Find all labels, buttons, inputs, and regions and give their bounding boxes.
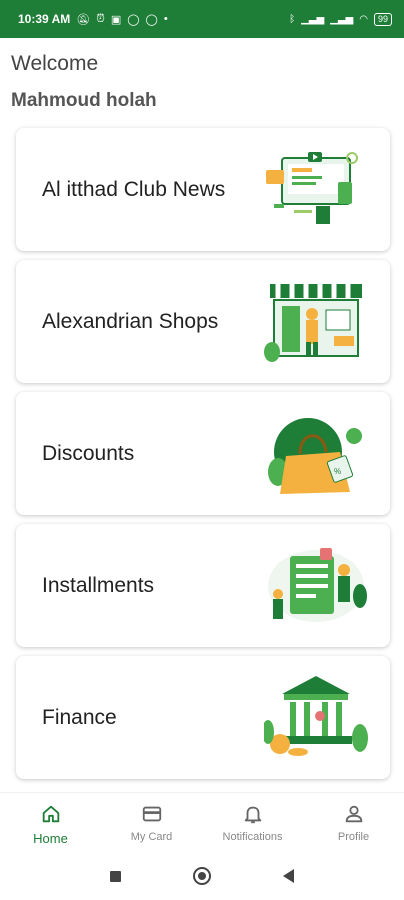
signal-icon: ▁▃▅ [301, 13, 325, 25]
teams-icon: ▣ [110, 13, 122, 26]
card-club-news[interactable]: Al itthad Club News [16, 128, 390, 251]
nav-label: Notifications [222, 831, 283, 843]
bell-icon [244, 806, 261, 824]
nav-label: My Card [130, 831, 173, 843]
status-bar: 10:39 AM 🔕︎ ⏰︎ ▣ ◯ ◯ • ᛒ ▁▃▅ ▁▃▅ ◠ 99 [0, 0, 404, 38]
card-alexandrian-shops[interactable]: Alexandrian Shops [16, 260, 390, 383]
installments-illustration-icon [268, 548, 367, 622]
alarm-icon: ⏰︎ [96, 12, 105, 25]
wifi-icon: ◠ [359, 13, 368, 25]
nav-label: Profile [337, 831, 370, 843]
system-nav-bar [0, 852, 404, 900]
whatsapp-icon: ◯ [127, 13, 140, 26]
status-time: 10:39 AM [18, 12, 71, 26]
card-title: Discounts [42, 441, 135, 465]
status-system-icons: ᛒ ▁▃▅ ▁▃▅ ◠ 99 [289, 12, 392, 26]
signal-icon: ▁▃▅ [330, 13, 354, 25]
bank-illustration-icon [264, 676, 368, 756]
nav-home[interactable]: Home [0, 793, 101, 852]
bottom-nav: Home My Card Notifications Profile [0, 792, 404, 852]
discount-bag-illustration-icon: % [268, 418, 362, 494]
nav-notifications[interactable]: Notifications [202, 793, 303, 852]
battery-icon: 99 [373, 12, 392, 26]
home-icon [42, 805, 59, 823]
back-button[interactable] [283, 869, 294, 883]
bluetooth-icon: ᛒ [289, 13, 296, 25]
nav-profile[interactable]: Profile [303, 793, 404, 852]
svg-text:%: % [334, 467, 341, 476]
card-installments[interactable]: Installments [16, 524, 390, 647]
home-system-button[interactable] [193, 867, 211, 885]
nav-label: Home [33, 831, 68, 846]
menu-cards: Al itthad Club News Alexandrian Shops Di… [16, 128, 390, 788]
whatsapp-icon: ◯ [145, 13, 158, 26]
welcome-text: Welcome [11, 52, 99, 75]
card-title: Al itthad Club News [42, 177, 226, 201]
news-illustration-icon [266, 152, 358, 224]
mute-icon: 🔕︎ [76, 13, 91, 26]
nav-my-card[interactable]: My Card [101, 793, 202, 852]
status-notification-icons: 🔕︎ ⏰︎ ▣ ◯ ◯ • [76, 13, 167, 26]
user-name: Mahmoud holah [11, 90, 157, 111]
shop-illustration-icon [264, 284, 362, 362]
recents-button[interactable] [110, 870, 121, 882]
card-discounts[interactable]: Discounts % [16, 392, 390, 515]
dot-icon: • [163, 13, 168, 25]
card-finance[interactable]: Finance [16, 656, 390, 779]
card-title: Installments [42, 573, 155, 597]
card-title: Finance [42, 705, 117, 729]
card-title: Alexandrian Shops [42, 309, 219, 333]
card-icon [142, 806, 161, 822]
person-icon [345, 805, 362, 823]
